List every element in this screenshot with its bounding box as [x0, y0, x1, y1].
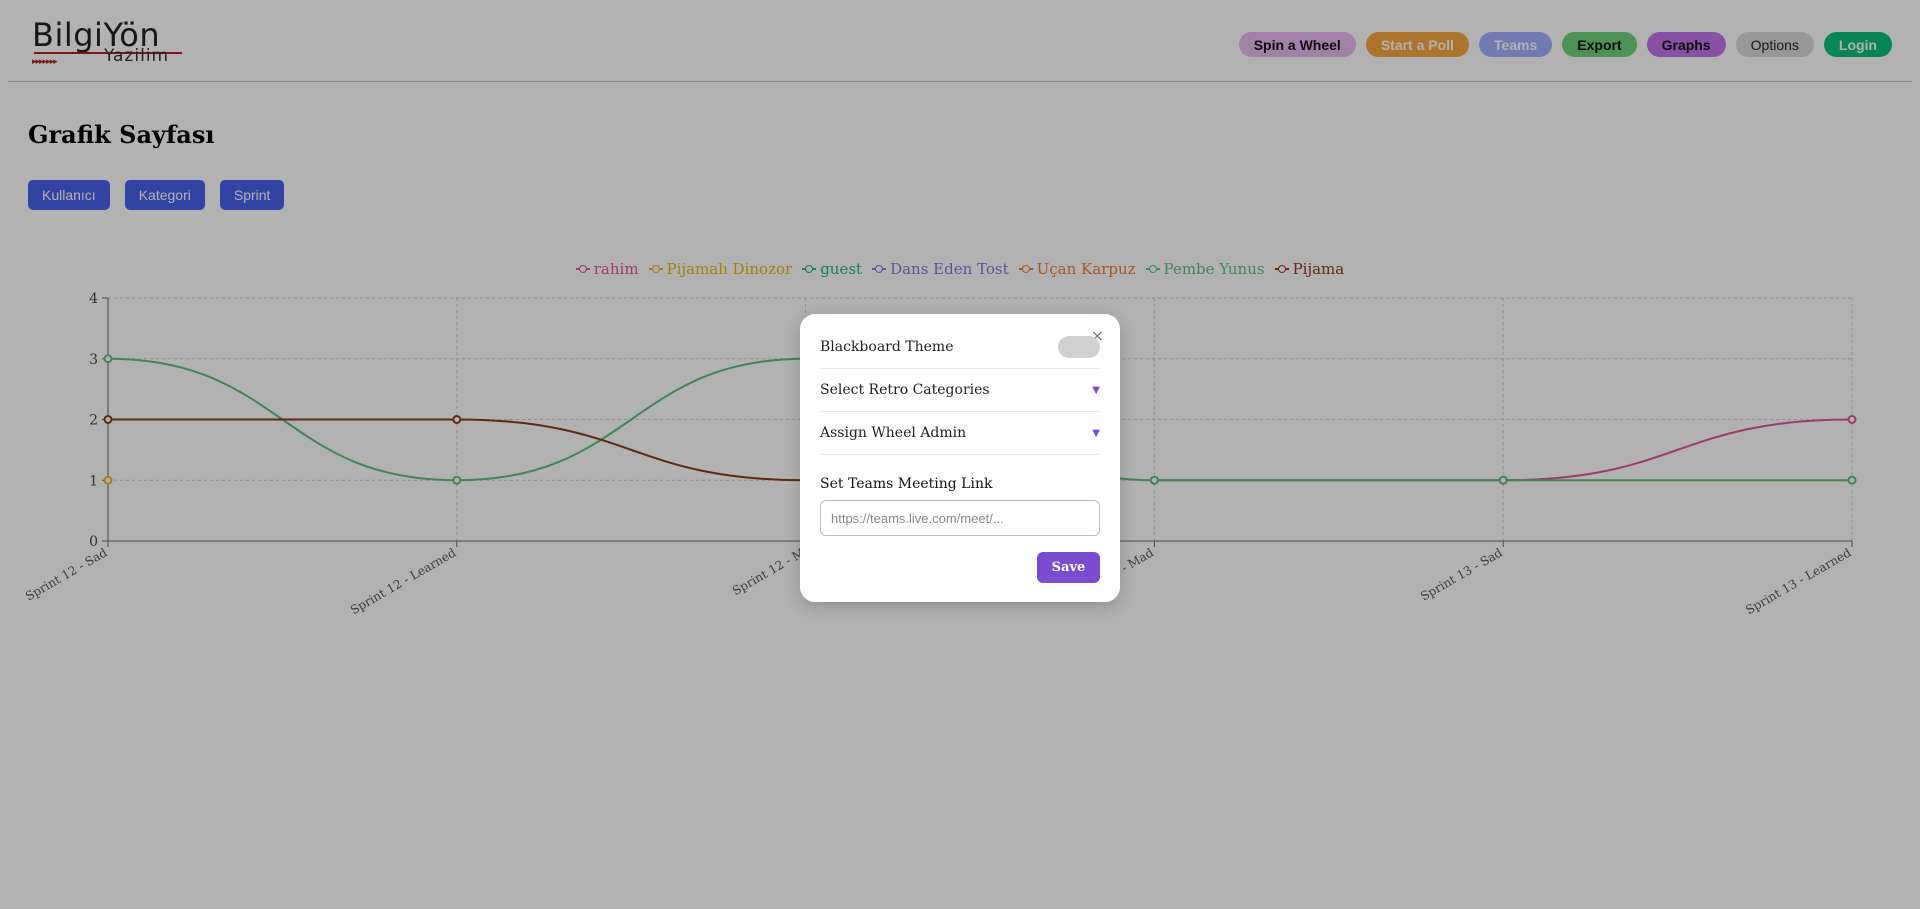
teams-link-input[interactable]: [820, 500, 1100, 536]
save-button[interactable]: Save: [1037, 552, 1100, 583]
options-modal: × Blackboard Theme Select Retro Categori…: [800, 314, 1120, 602]
blackboard-theme-toggle[interactable]: [1058, 336, 1100, 358]
wheel-admin-label: Assign Wheel Admin: [820, 425, 967, 441]
chevron-down-icon[interactable]: ▼: [1092, 385, 1100, 396]
retro-categories-label: Select Retro Categories: [820, 382, 990, 398]
retro-categories-select[interactable]: Select Retro Categories ▼: [820, 369, 1100, 412]
wheel-admin-select[interactable]: Assign Wheel Admin ▼: [820, 412, 1100, 455]
teams-link-label: Set Teams Meeting Link: [820, 476, 993, 492]
blackboard-theme-label: Blackboard Theme: [820, 339, 954, 355]
blackboard-theme-row: Blackboard Theme: [820, 326, 1100, 369]
chevron-down-icon[interactable]: ▼: [1092, 428, 1100, 439]
